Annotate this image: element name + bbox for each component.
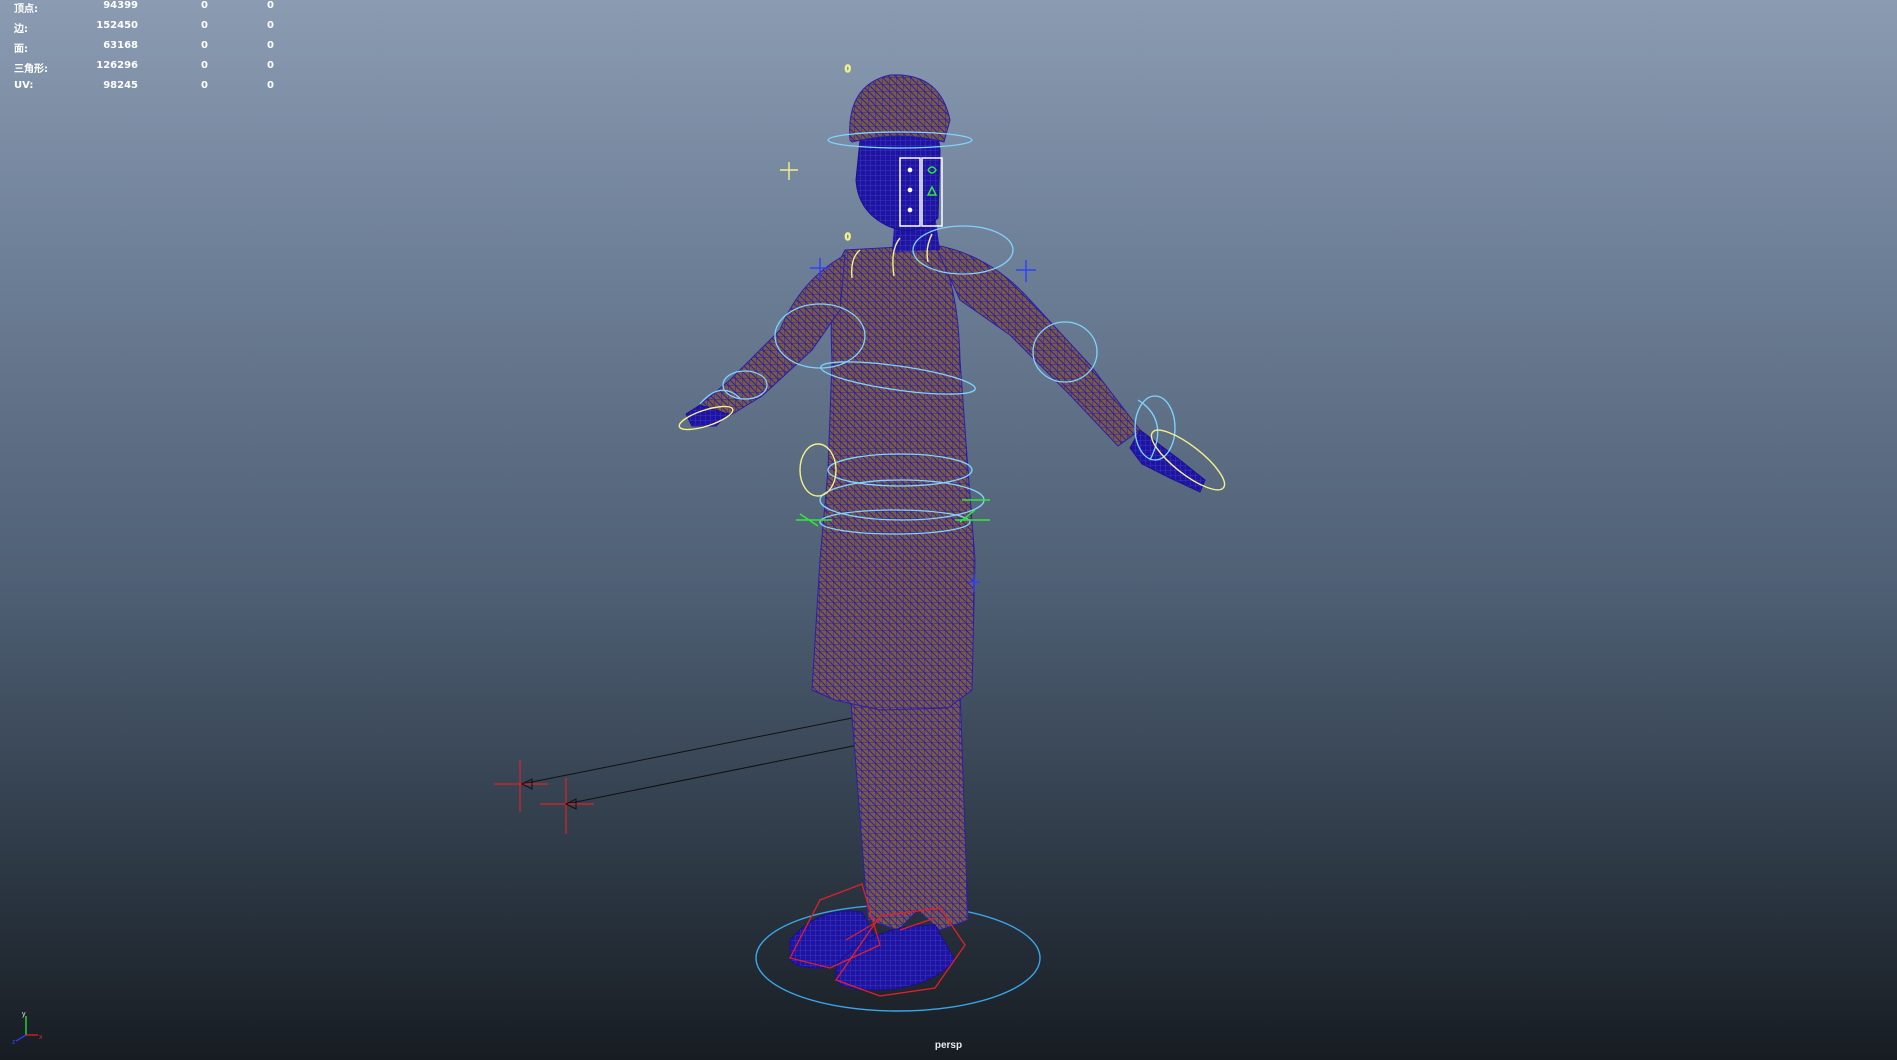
pole-vector-controls[interactable] xyxy=(494,717,859,834)
axis-x-label: x xyxy=(39,1034,43,1041)
camera-name-label: persp xyxy=(934,1040,963,1051)
perspective-viewport[interactable]: 0 0 xyxy=(0,0,1897,1060)
svg-text:0: 0 xyxy=(845,64,851,75)
axis-z-label: z xyxy=(12,1039,16,1046)
svg-text:0: 0 xyxy=(845,232,851,243)
character-mesh[interactable] xyxy=(685,74,1206,991)
axis-y-label: y xyxy=(22,1011,26,1018)
view-axis-gizmo: y x z xyxy=(12,1011,43,1046)
